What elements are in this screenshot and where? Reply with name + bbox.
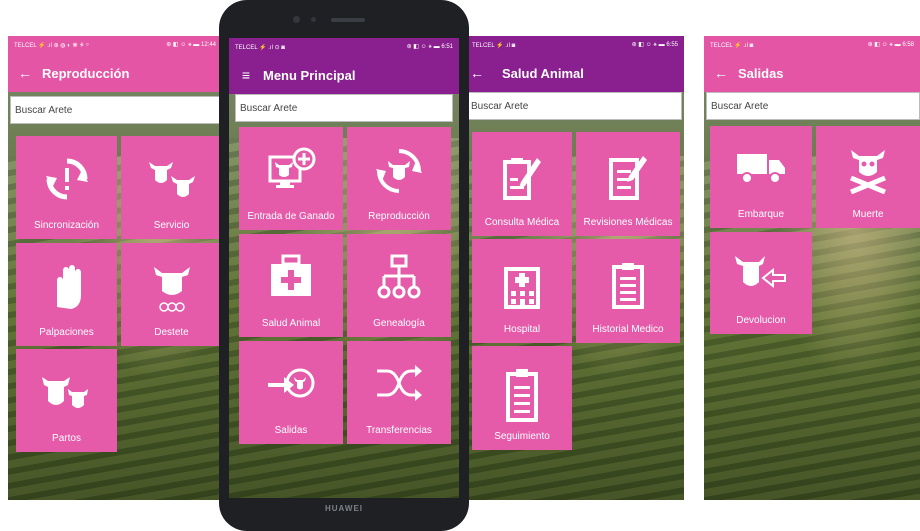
status-left: TELCEL ⚡ .ıl ◙: [710, 42, 754, 49]
tile-destete[interactable]: Destete: [121, 243, 222, 346]
tile-hospital[interactable]: Hospital: [472, 239, 572, 343]
tree-diagram-icon: [377, 254, 421, 299]
tile-label: Sincronización: [33, 220, 100, 231]
status-left: TELCEL ⚡ .ıl ⊛ ◍ ◐ ❋ ⚘ ᵒ: [14, 42, 89, 49]
tile-label: Reproducción: [368, 211, 430, 222]
app-bar: ← Salidas: [704, 54, 920, 92]
glove-hand-icon: [56, 265, 81, 309]
tile-label: Servicio: [153, 220, 190, 231]
page-title: Salidas: [738, 65, 784, 81]
cow-cycle-icon: [376, 149, 422, 193]
tile-seguimiento[interactable]: Seguimiento: [472, 346, 572, 450]
search-input[interactable]: Buscar Arete: [466, 92, 682, 120]
status-right: ⊛ ◧ ☺ ⚹ ▬ 6:51: [406, 44, 453, 50]
tile-label: Seguimiento: [494, 431, 550, 442]
cow-calf-icon: [41, 377, 88, 408]
tile-label: Transferencias: [366, 425, 432, 436]
clipboard-list-icon: [612, 263, 644, 309]
page-title: Menu Principal: [263, 67, 356, 83]
shuffle-icon: [377, 365, 422, 401]
back-arrow-icon[interactable]: ←: [8, 65, 42, 81]
status-left: TELCEL ⚡ .ıl ◙: [472, 42, 516, 49]
status-right: ⊛ ◧ ☺ ⚹ ▬ 6:58: [867, 42, 914, 48]
status-bar: TELCEL ⚡ .ıl ◙ ⊛ ◧ ☺ ⚹ ▬ 6:55: [466, 36, 684, 54]
screen-reproduccion: TELCEL ⚡ .ıl ⊛ ◍ ◐ ❋ ⚘ ᵒ ⊛ ◧ ☺ ⚹ ▬ 12:44…: [8, 36, 222, 500]
earpiece: [331, 18, 365, 22]
tile-label: Salidas: [274, 425, 308, 436]
front-camera: [293, 16, 300, 23]
tile-servicio[interactable]: Servicio: [121, 136, 222, 239]
tile-sincronizacion[interactable]: Sincronización: [16, 136, 117, 239]
sync-alert-icon: [45, 158, 88, 200]
tile-genealogia[interactable]: Genealogía: [347, 234, 451, 337]
tile-devolucion[interactable]: Devolucion: [710, 232, 812, 334]
search-input[interactable]: Buscar Arete: [706, 92, 920, 120]
tile-salud-animal[interactable]: Salud Animal: [239, 234, 343, 337]
phone-frame: TELCEL ⚡ .ıl ⊙ ◙ ⊛ ◧ ☺ ⚹ ▬ 6:51 ≡ Menu P…: [219, 0, 469, 531]
hamburger-menu-icon[interactable]: ≡: [229, 67, 263, 83]
cow-pair-icon: [148, 162, 195, 197]
tile-reproduccion[interactable]: Reproducción: [347, 127, 451, 230]
cow-skull-icon: [850, 150, 886, 194]
truck-icon: [737, 154, 785, 184]
tile-label: Revisiones Médicas: [583, 217, 673, 228]
cow-return-icon: [735, 256, 786, 289]
app-bar: ≡ Menu Principal: [229, 56, 459, 94]
tile-historial-medico[interactable]: Historial Medico: [576, 239, 680, 343]
hospital-icon: [504, 267, 540, 309]
tile-label: Hospital: [503, 324, 541, 335]
tile-revisiones-medicas[interactable]: Revisiones Médicas: [576, 132, 680, 236]
cow-exit-arrow-icon: [268, 368, 315, 398]
tile-label: Muerte: [852, 209, 884, 220]
status-right: ⊛ ◧ ☺ ⚹ ▬ 6:55: [631, 42, 678, 48]
status-left: TELCEL ⚡ .ıl ⊙ ◙: [235, 44, 285, 51]
status-bar: TELCEL ⚡ .ıl ◙ ⊛ ◧ ☺ ⚹ ▬ 6:58: [704, 36, 920, 54]
tile-embarque[interactable]: Embarque: [710, 126, 812, 228]
status-right: ⊛ ◧ ☺ ⚹ ▬ 12:44: [166, 42, 216, 48]
tile-label: Salud Animal: [261, 318, 321, 329]
status-bar: TELCEL ⚡ .ıl ⊙ ◙ ⊛ ◧ ☺ ⚹ ▬ 6:51: [229, 38, 459, 56]
back-arrow-icon[interactable]: ←: [704, 65, 738, 81]
tile-label: Devolucion: [736, 315, 786, 326]
tile-muerte[interactable]: Muerte: [816, 126, 920, 228]
tile-partos[interactable]: Partos: [16, 349, 117, 452]
screen-salidas: TELCEL ⚡ .ıl ◙ ⊛ ◧ ☺ ⚹ ▬ 6:58 ← Salidas …: [704, 36, 920, 500]
tile-entrada-de-ganado[interactable]: Entrada de Ganado: [239, 127, 343, 230]
tile-transferencias[interactable]: Transferencias: [347, 341, 451, 444]
monitor-cow-add-icon: [268, 147, 316, 188]
tile-label: Palpaciones: [39, 327, 94, 338]
phone-brand-logo: HUAWEI: [325, 504, 363, 513]
document-edit-icon: [609, 156, 647, 200]
tile-label: Destete: [154, 327, 189, 338]
sensor: [311, 17, 316, 22]
tile-label: Consulta Médica: [484, 217, 560, 228]
page-title: Salud Animal: [502, 65, 584, 81]
tile-label: Genealogía: [373, 318, 425, 329]
search-input[interactable]: Buscar Arete: [235, 94, 453, 122]
screen-menu-principal: TELCEL ⚡ .ıl ⊙ ◙ ⊛ ◧ ☺ ⚹ ▬ 6:51 ≡ Menu P…: [229, 38, 459, 498]
tile-palpaciones[interactable]: Palpaciones: [16, 243, 117, 346]
tile-label: Historial Medico: [592, 324, 664, 335]
medical-kit-icon: [271, 254, 311, 296]
app-bar: ← Reproducción: [8, 54, 222, 92]
tile-label: Embarque: [737, 209, 785, 220]
cow-milk-drops-icon: [153, 267, 190, 312]
tile-consulta-medica[interactable]: Consulta Médica: [472, 132, 572, 236]
clipboard-lines-icon: [506, 369, 538, 422]
search-input[interactable]: Buscar Arete: [10, 96, 222, 124]
clipboard-edit-icon: [503, 158, 541, 200]
back-arrow-icon[interactable]: ←: [466, 65, 488, 81]
page-title: Reproducción: [42, 65, 130, 81]
tile-label: Partos: [52, 433, 81, 444]
tile-label: Entrada de Ganado: [247, 211, 335, 222]
tile-salidas[interactable]: Salidas: [239, 341, 343, 444]
screen-salud-animal: TELCEL ⚡ .ıl ◙ ⊛ ◧ ☺ ⚹ ▬ 6:55 ← Salud An…: [466, 36, 684, 500]
status-bar: TELCEL ⚡ .ıl ⊛ ◍ ◐ ❋ ⚘ ᵒ ⊛ ◧ ☺ ⚹ ▬ 12:44: [8, 36, 222, 54]
app-bar: ← Salud Animal: [466, 54, 684, 92]
